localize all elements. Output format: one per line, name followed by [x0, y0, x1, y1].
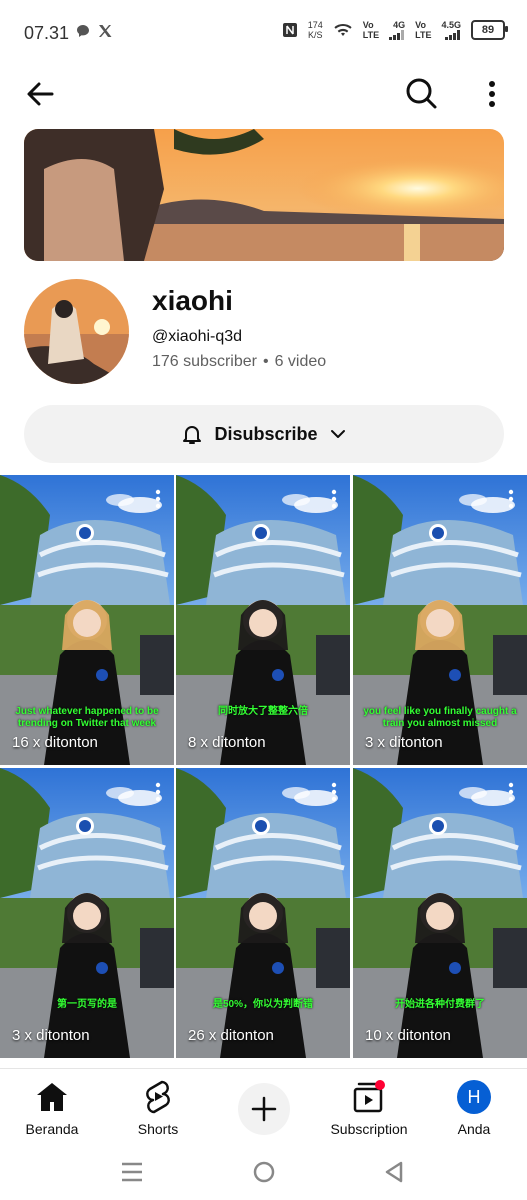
nav-home-label: Beranda	[25, 1121, 79, 1137]
short-tile[interactable]: 同时放大了整整六倍 8 x ditonton	[176, 475, 350, 765]
short-tile[interactable]: 是50%，你以为判断错 26 x ditonton	[176, 768, 350, 1058]
home-icon	[37, 1083, 67, 1111]
plus-icon	[251, 1096, 277, 1122]
more-vertical-icon[interactable]	[154, 782, 162, 802]
short-view-count: 16 x ditonton	[12, 734, 98, 751]
short-caption: you feel like you finally caught a train…	[363, 706, 517, 729]
arrow-left-icon	[27, 82, 54, 106]
nav-home[interactable]: Beranda	[22, 1077, 82, 1137]
channel-banner	[24, 129, 504, 261]
channel-name: xiaohi	[152, 285, 233, 316]
shorts-icon	[146, 1080, 170, 1114]
nav-shorts[interactable]: Shorts	[128, 1077, 188, 1137]
home-circle-icon[interactable]	[252, 1160, 276, 1184]
sim1-net-type: 4G	[393, 20, 406, 30]
short-caption: 第一页写的是	[57, 999, 117, 1010]
video-count: 6 video	[274, 353, 327, 370]
short-caption: Just whatever happened to be trending on…	[15, 706, 159, 729]
short-tile[interactable]: you feel like you finally caught a train…	[353, 475, 527, 765]
nav-subscriptions[interactable]: Subscription	[326, 1077, 412, 1137]
signal-icon	[445, 30, 460, 40]
subscriber-count: 176 subscriber	[152, 353, 257, 370]
short-caption: 开始进各种付费群了	[395, 999, 485, 1010]
sim1-volte: Vo LTE	[362, 20, 380, 40]
short-caption: 同时放大了整整六倍	[218, 706, 308, 717]
create-button[interactable]	[238, 1083, 290, 1135]
short-view-count: 10 x ditonton	[365, 1027, 451, 1044]
search-icon	[406, 78, 437, 109]
nav-you-label: Anda	[457, 1121, 491, 1137]
status-bar: 07.31 174 K/S Vo LTE 4G Vo LTE 4.5G 89	[0, 0, 527, 64]
subscriptions-icon	[353, 1080, 385, 1113]
bell-icon	[183, 426, 202, 444]
more-options-button[interactable]	[478, 76, 506, 112]
status-time: 07.31	[24, 23, 70, 43]
sim2-net-type: 4.5G	[441, 20, 461, 30]
more-vertical-icon	[489, 81, 495, 107]
short-tile[interactable]: Just whatever happened to be trending on…	[0, 475, 174, 765]
nav-shorts-label: Shorts	[137, 1121, 179, 1137]
short-tile[interactable]: 第一页写的是 3 x ditonton	[0, 768, 174, 1058]
channel-handle: @xiaohi-q3d	[152, 328, 243, 345]
short-thumbnail	[353, 768, 527, 1058]
chevron-down-icon	[330, 430, 345, 438]
signal-icon	[389, 30, 405, 40]
shorts-grid: Just whatever happened to be trending on…	[0, 475, 527, 1060]
stats-separator: •	[262, 353, 269, 370]
channel-avatar	[24, 279, 129, 384]
nfc-icon	[282, 23, 297, 37]
chat-bubble-icon	[77, 25, 89, 37]
menu-icon[interactable]	[120, 1161, 144, 1183]
back-button[interactable]	[22, 76, 58, 112]
more-vertical-icon[interactable]	[330, 489, 338, 509]
sim2-volte: Vo LTE	[415, 20, 432, 40]
more-vertical-icon[interactable]	[154, 489, 162, 509]
wifi-icon	[334, 23, 352, 36]
user-avatar: H	[457, 1080, 491, 1114]
channel-stats: 176 subscriber • 6 video	[152, 353, 326, 371]
short-view-count: 26 x ditonton	[188, 1027, 274, 1044]
more-vertical-icon[interactable]	[507, 782, 515, 802]
system-navigation-bar	[0, 1146, 527, 1200]
more-vertical-icon[interactable]	[330, 782, 338, 802]
bottom-navigation: Beranda Shorts Subscription H Anda	[0, 1068, 527, 1147]
short-view-count: 8 x ditonton	[188, 734, 266, 751]
short-view-count: 3 x ditonton	[12, 1027, 90, 1044]
subscribe-label: Disubscribe	[214, 423, 318, 444]
nav-subscriptions-label: Subscription	[330, 1121, 408, 1137]
short-thumbnail	[176, 768, 350, 1058]
search-button[interactable]	[402, 74, 440, 112]
short-caption: 是50%，你以为判断错	[212, 999, 313, 1010]
x-logo-icon	[99, 25, 112, 37]
subscribe-button[interactable]: Disubscribe	[24, 405, 504, 463]
short-thumbnail	[0, 768, 174, 1058]
short-thumbnail	[176, 475, 350, 765]
short-view-count: 3 x ditonton	[365, 734, 443, 751]
battery-indicator: 89	[471, 20, 508, 40]
short-tile[interactable]: 开始进各种付费群了 10 x ditonton	[353, 768, 527, 1058]
top-app-bar	[0, 64, 527, 124]
banner-image	[24, 129, 504, 261]
nav-you[interactable]: H Anda	[446, 1077, 502, 1137]
net-speed: 174 K/S	[307, 20, 323, 40]
back-triangle-icon[interactable]	[384, 1160, 404, 1184]
more-vertical-icon[interactable]	[507, 489, 515, 509]
